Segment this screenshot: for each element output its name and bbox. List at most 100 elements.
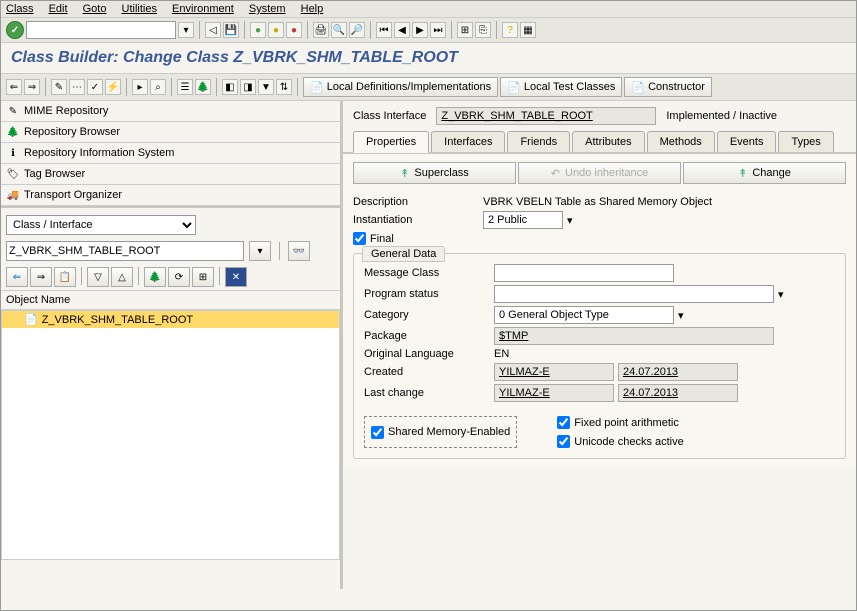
new-session-icon[interactable]: ⊞ — [457, 22, 473, 38]
change-button[interactable]: ↟Change — [683, 162, 846, 184]
class-interface-label: Class Interface — [353, 110, 426, 122]
refresh-icon[interactable]: ⟳ — [168, 267, 190, 287]
check-icon[interactable]: ✓ — [87, 79, 103, 95]
tree-item[interactable]: 📄 Z_VBRK_SHM_TABLE_ROOT — [2, 311, 339, 328]
home-icon[interactable]: △ — [111, 267, 133, 287]
msgclass-field[interactable] — [494, 264, 674, 282]
tree1-icon[interactable]: 🌲 — [144, 267, 166, 287]
nav-mime[interactable]: ✎MIME Repository — [1, 101, 340, 122]
dropdown-icon[interactable]: ▾ — [678, 309, 684, 322]
nav-left-icon[interactable]: ⇐ — [6, 267, 28, 287]
truck-icon: 🚚 — [6, 188, 20, 202]
object-type-select[interactable]: Class / Interface — [6, 215, 196, 235]
command-field[interactable] — [26, 21, 176, 39]
shortcut-icon[interactable]: ⎘ — [475, 22, 491, 38]
constructor-button[interactable]: 📄Constructor — [624, 77, 712, 97]
last-page-icon[interactable]: ⏭ — [430, 22, 446, 38]
where-used-icon[interactable]: ⌕ — [150, 79, 166, 95]
nav-transport[interactable]: 🚚Transport Organizer — [1, 185, 340, 206]
help-icon[interactable]: ? — [502, 22, 518, 38]
next-page-icon[interactable]: ▶ — [412, 22, 428, 38]
menu-edit[interactable]: Edit — [49, 3, 68, 15]
back-icon[interactable]: ◁ — [205, 22, 221, 38]
expand-icon[interactable]: ⊞ — [192, 267, 214, 287]
object-name-input[interactable] — [6, 241, 244, 261]
local-def-button[interactable]: 📄Local Definitions/Implementations — [303, 77, 498, 97]
menu-class[interactable]: Class — [6, 3, 34, 15]
dropdown-icon[interactable]: ▾ — [567, 214, 573, 227]
arrow-up-icon: ↟ — [738, 167, 747, 180]
dropdown-icon[interactable]: ▾ — [249, 241, 271, 261]
instantiation-field[interactable] — [483, 211, 563, 229]
hierarchy-icon[interactable]: ☰ — [177, 79, 193, 95]
tree-header: Object Name — [1, 290, 340, 310]
nav-fwd-icon[interactable]: ⇒ — [24, 79, 40, 95]
info-icon: ℹ — [6, 146, 20, 160]
first-page-icon[interactable]: ⏮ — [376, 22, 392, 38]
sort-icon[interactable]: ⇅ — [276, 79, 292, 95]
msgclass-label: Message Class — [364, 267, 494, 279]
tab-interfaces[interactable]: Interfaces — [431, 131, 505, 152]
enter-icon[interactable]: ✓ — [6, 21, 24, 39]
local-test-button[interactable]: 📄Local Test Classes — [500, 77, 622, 97]
menu-environment[interactable]: Environment — [172, 3, 234, 15]
doc-icon: 📄 — [24, 313, 38, 326]
progstatus-field[interactable] — [494, 285, 774, 303]
unicode-checkbox[interactable] — [557, 435, 570, 448]
display-icon[interactable]: ✎ — [51, 79, 67, 95]
menu-help[interactable]: Help — [301, 3, 324, 15]
dropdown-icon[interactable]: ▾ — [778, 288, 784, 301]
exit-icon[interactable]: ● — [268, 22, 284, 38]
origlang-label: Original Language — [364, 348, 494, 360]
find-next-icon[interactable]: 🔎 — [349, 22, 365, 38]
nav-ris[interactable]: ℹRepository Information System — [1, 143, 340, 164]
save-icon[interactable]: 💾 — [223, 22, 239, 38]
superclass-button[interactable]: ↟Superclass — [353, 162, 516, 184]
up-icon[interactable]: ▽ — [87, 267, 109, 287]
tab-strip: Properties Interfaces Friends Attributes… — [343, 131, 856, 154]
shm-label: Shared Memory-Enabled — [388, 426, 510, 438]
tab-events[interactable]: Events — [717, 131, 777, 152]
find-icon[interactable]: 🔍 — [331, 22, 347, 38]
tree-icon[interactable]: 🌲 — [195, 79, 211, 95]
dropdown-icon[interactable]: ▾ — [178, 22, 194, 38]
nav-repo[interactable]: 🌲Repository Browser — [1, 122, 340, 143]
nav-tag[interactable]: 🏷Tag Browser — [1, 164, 340, 185]
glasses-icon[interactable]: 👓 — [288, 241, 310, 261]
nav-back-icon[interactable]: ⇐ — [6, 79, 22, 95]
page-title: Class Builder: Change Class Z_VBRK_SHM_T… — [11, 49, 458, 66]
title-bar: Class Builder: Change Class Z_VBRK_SHM_T… — [1, 43, 856, 73]
tab-friends[interactable]: Friends — [507, 131, 570, 152]
other-icon[interactable]: ⋯ — [69, 79, 85, 95]
back-green-icon[interactable]: ● — [250, 22, 266, 38]
tab-types[interactable]: Types — [778, 131, 833, 152]
activate-icon[interactable]: ⚡ — [105, 79, 121, 95]
history-icon[interactable]: 📋 — [54, 267, 76, 287]
fixed-point-checkbox[interactable] — [557, 416, 570, 429]
fixed-label: Fixed point arithmetic — [574, 417, 679, 429]
tab-attributes[interactable]: Attributes — [572, 131, 644, 152]
pattern-icon[interactable]: ◨ — [240, 79, 256, 95]
tab-methods[interactable]: Methods — [647, 131, 715, 152]
category-field[interactable] — [494, 306, 674, 324]
layout-icon[interactable]: ▦ — [520, 22, 536, 38]
menu-bar: Class Edit Goto Utilities Environment Sy… — [1, 1, 856, 18]
doc-icon: 📄 — [507, 81, 521, 94]
menu-utilities[interactable]: Utilities — [122, 3, 157, 15]
prev-page-icon[interactable]: ◀ — [394, 22, 410, 38]
nav-right-icon[interactable]: ⇒ — [30, 267, 52, 287]
filter-icon[interactable]: ▼ — [258, 79, 274, 95]
test-icon[interactable]: ▸ — [132, 79, 148, 95]
menu-goto[interactable]: Goto — [83, 3, 107, 15]
doc-icon: 📄 — [631, 81, 645, 94]
unicode-label: Unicode checks active — [574, 436, 683, 448]
final-checkbox[interactable] — [353, 232, 366, 245]
print-icon[interactable]: 🖨 — [313, 22, 329, 38]
set-icon[interactable]: ◧ — [222, 79, 238, 95]
close-icon[interactable]: ✕ — [225, 267, 247, 287]
cancel-icon[interactable]: ● — [286, 22, 302, 38]
menu-system[interactable]: System — [249, 3, 286, 15]
object-tree[interactable]: 📄 Z_VBRK_SHM_TABLE_ROOT — [1, 310, 340, 560]
shm-checkbox[interactable] — [371, 426, 384, 439]
tab-properties[interactable]: Properties — [353, 131, 429, 153]
